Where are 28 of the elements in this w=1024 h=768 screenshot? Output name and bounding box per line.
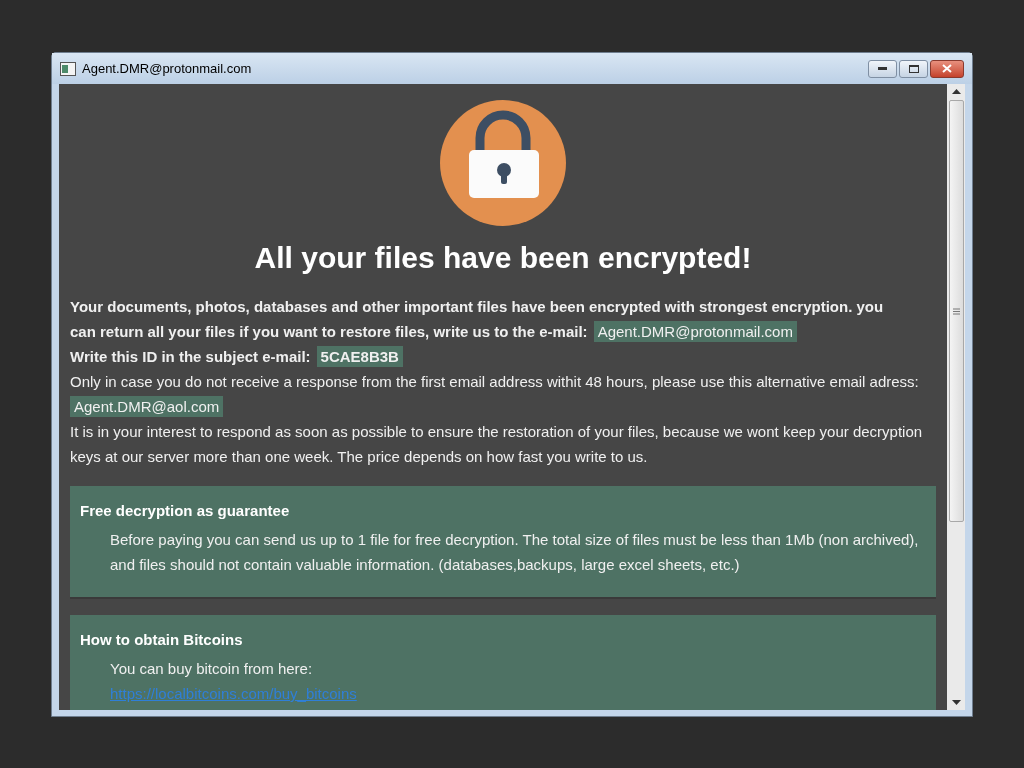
message-text: Only in case you do not receive a response from the first email address withit 48 hours, please use this alternative email adress: [70, 373, 919, 390]
panel-title: Free decryption as guarantee [80, 501, 291, 521]
scrollbar-thumb[interactable] [948, 100, 964, 522]
email-address: Agent.DMR@aol.com [70, 396, 224, 417]
maximize-icon [908, 64, 919, 73]
email-address: Agent.DMR@protonmail.com [593, 321, 797, 342]
maximize-button[interactable] [899, 59, 928, 78]
message-text: can return all your files if you want to restore files, write us to the e-mail: [70, 323, 588, 340]
id-code: 5CAE8B3B [316, 346, 403, 367]
close-icon [942, 64, 952, 73]
message-text: Write this ID in the subject e-mail: [70, 348, 311, 365]
panel-text: Before paying you can send us up to 1 file for free decryption. The total size of files must be less than 1Mb (non archived), and files should not contain valuable information. (databases,backups, large excel sheets, etc.) [109, 530, 920, 575]
grip-icon [952, 307, 960, 315]
minimize-button[interactable] [868, 59, 897, 78]
minimize-icon [878, 67, 887, 70]
message-text: Your documents, photos, databases and other important files have been encrypted with strongest encryption. you [70, 298, 884, 315]
scrollbar[interactable] [947, 84, 965, 710]
close-button[interactable] [930, 59, 964, 78]
app-icon [60, 61, 76, 76]
message-text: It is in your interest to respond as soon as possible to ensure the restoration of your files, because we wont keep your decryption keys at our server more than one week. The price depends on how fast you write to us. [70, 423, 923, 465]
heading: All your files have been encrypted! [253, 240, 753, 276]
scroll-down-icon[interactable] [951, 700, 961, 705]
window-title: Agent.DMR@protonmail.com [82, 59, 252, 78]
scroll-up-icon[interactable] [951, 89, 961, 94]
bitcoin-link[interactable]: https://localbitcoins.com/buy_bitcoins [110, 681, 926, 706]
padlock-icon [440, 100, 566, 226]
panel-text: You can buy bitcoin from here: [109, 659, 314, 679]
panel-title: How to obtain Bitcoins [80, 630, 244, 650]
